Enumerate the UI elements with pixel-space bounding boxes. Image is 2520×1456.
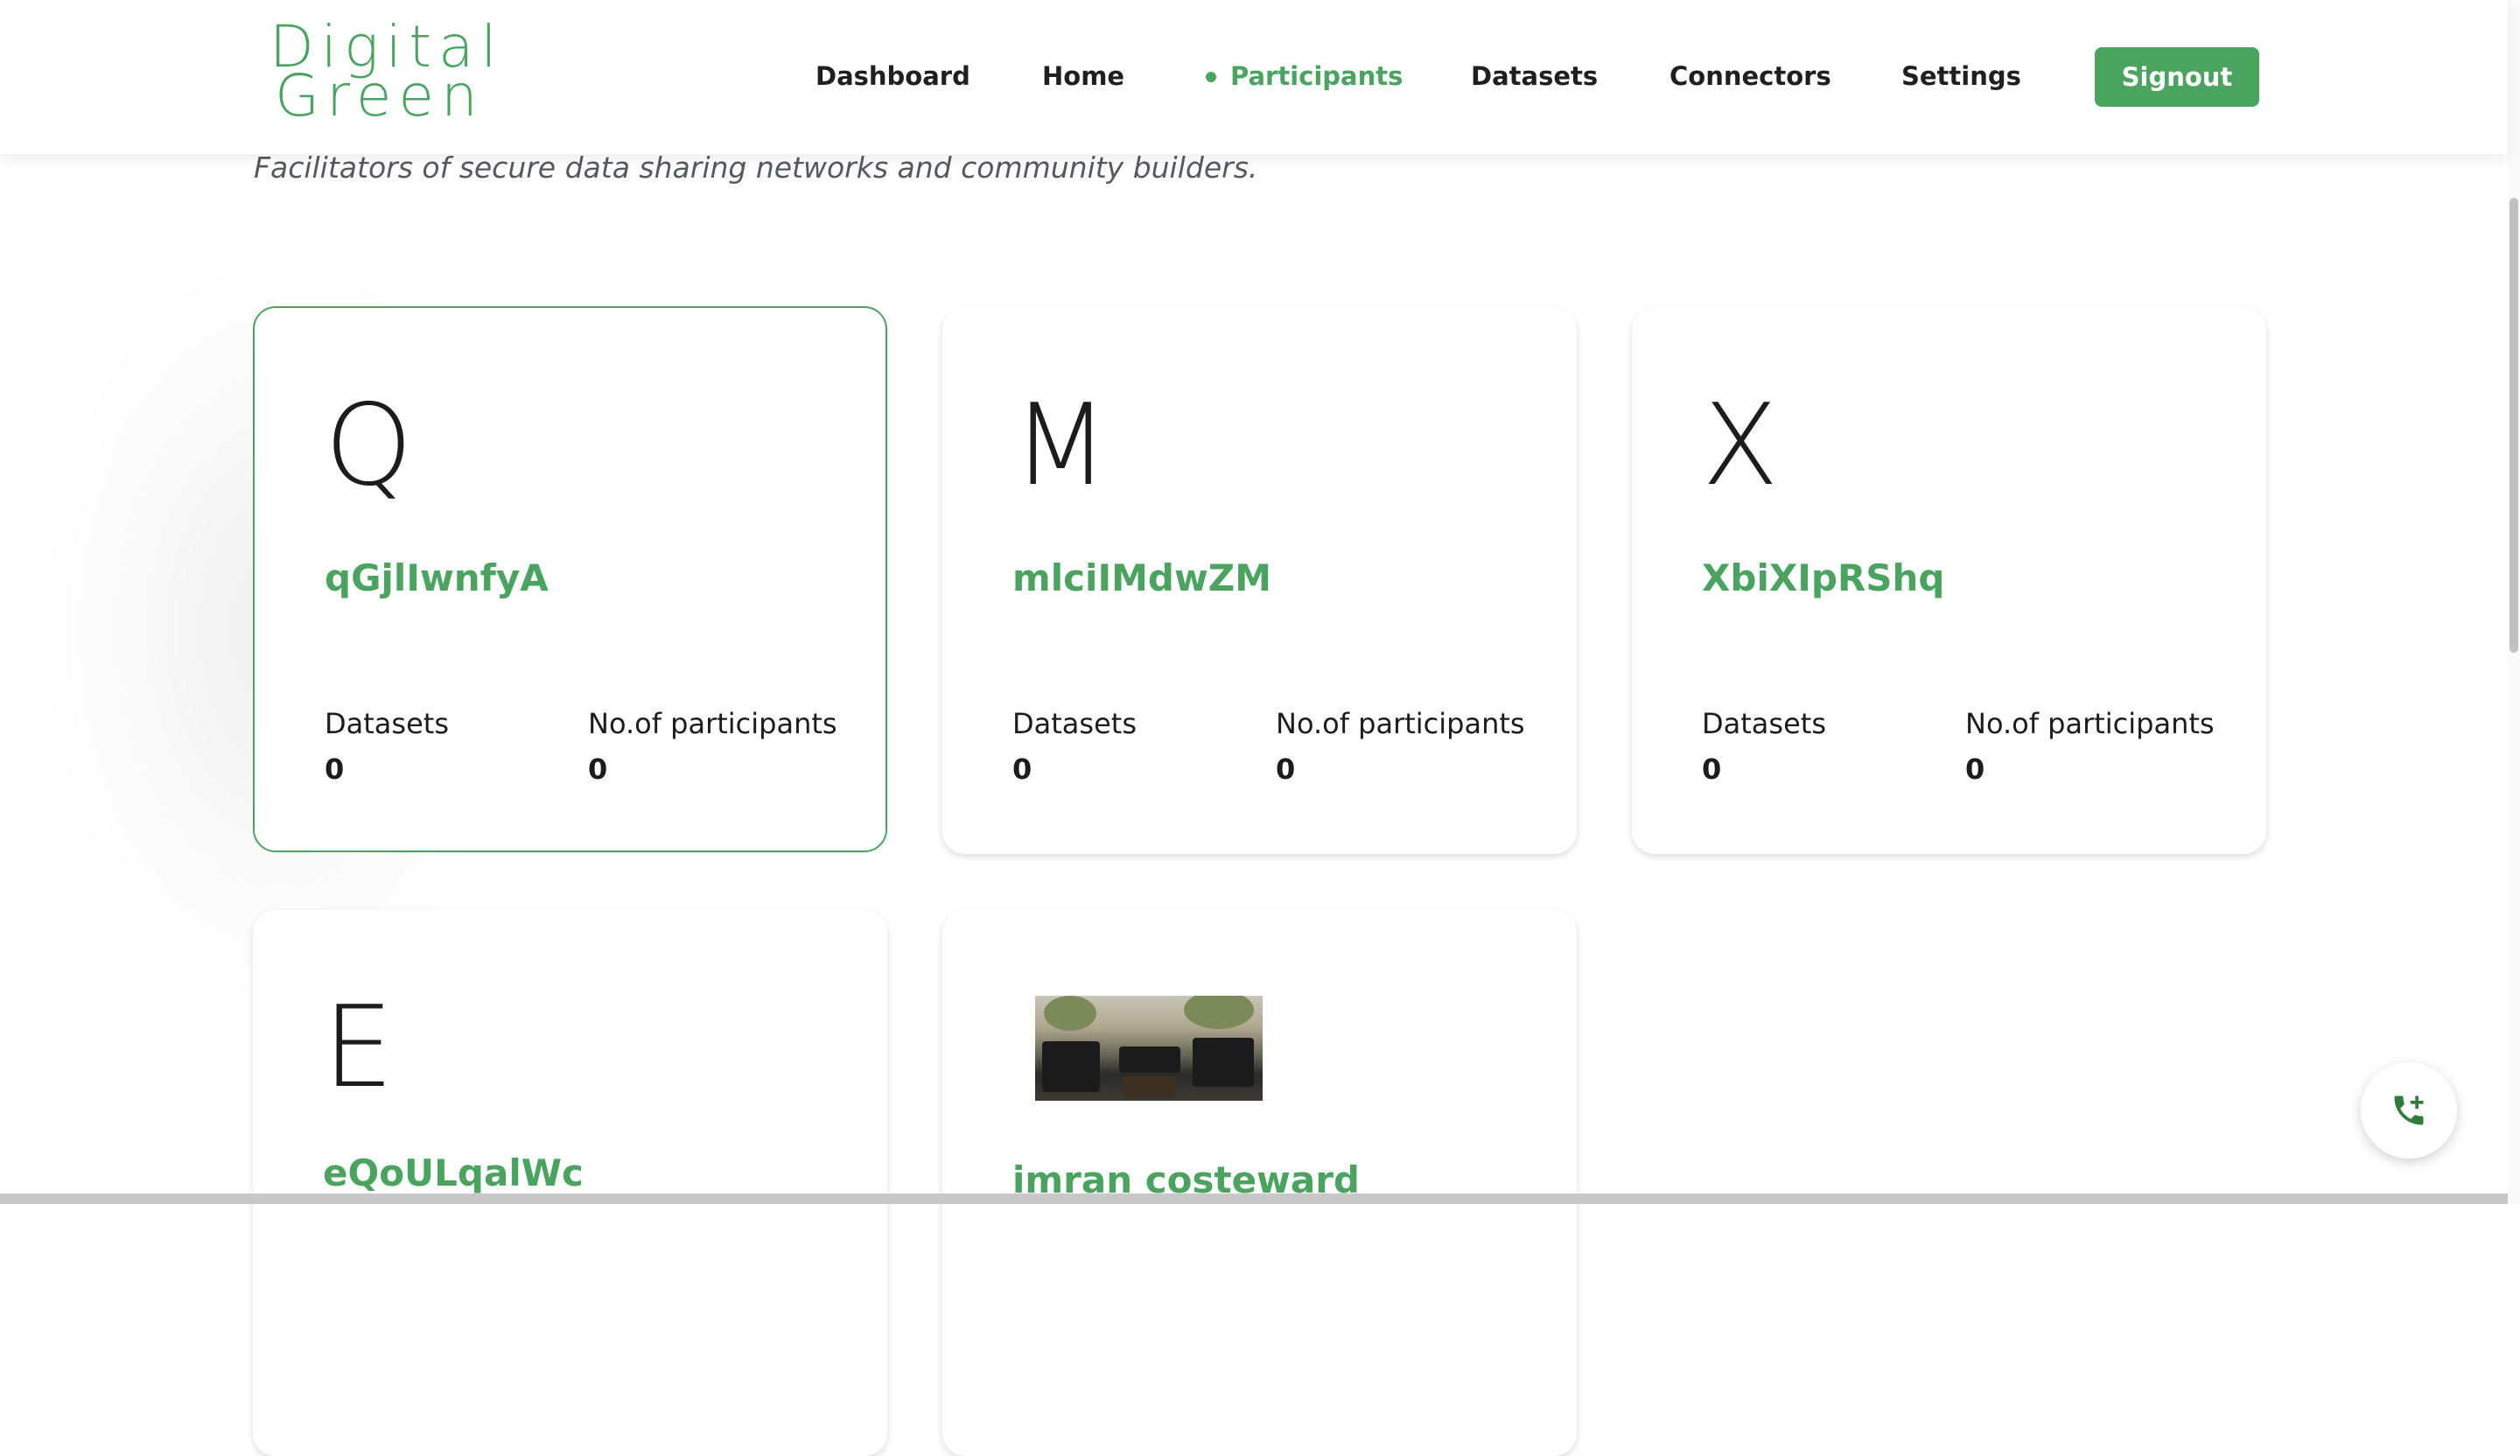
datasets-count: 0 xyxy=(1702,752,1722,786)
participants-label: No.of participants xyxy=(1965,707,2215,740)
participant-initial: E xyxy=(323,983,394,1113)
nav-participants[interactable]: Participants xyxy=(1230,61,1403,91)
active-indicator-dot xyxy=(1206,72,1216,82)
participant-card[interactable]: M mlciIMdwZM Datasets No.of participants… xyxy=(942,308,1577,854)
participant-name[interactable]: mlciIMdwZM xyxy=(1012,556,1271,599)
nav-dashboard[interactable]: Dashboard xyxy=(816,61,970,91)
participant-card[interactable]: X XbiXIpRShq Datasets No.of participants… xyxy=(1632,308,2266,854)
participants-label: No.of participants xyxy=(588,707,837,740)
datasets-count: 0 xyxy=(1012,752,1032,786)
participant-logo-image xyxy=(1035,996,1263,1101)
participant-initial: M xyxy=(1012,381,1110,511)
datasets-count: 0 xyxy=(325,752,345,786)
call-support-button[interactable] xyxy=(2361,1062,2457,1158)
nav-settings[interactable]: Settings xyxy=(1901,61,2021,91)
participant-name[interactable]: qGjlIwnfyA xyxy=(325,556,549,599)
nav-datasets[interactable]: Datasets xyxy=(1471,61,1598,91)
participants-count: 0 xyxy=(1276,752,1296,786)
nav-connectors[interactable]: Connectors xyxy=(1670,61,1831,91)
horizontal-scrollbar[interactable] xyxy=(0,1194,2508,1204)
participant-name[interactable]: XbiXIpRShq xyxy=(1702,556,1944,599)
participant-initial: Q xyxy=(325,381,413,511)
vertical-scrollbar-thumb[interactable] xyxy=(2510,198,2518,653)
participant-name[interactable]: eQoULqalWc xyxy=(323,1152,584,1194)
top-navbar: Digital Green Dashboard Home Participant… xyxy=(0,0,2508,154)
datasets-label: Datasets xyxy=(1012,707,1137,740)
phone-add-icon xyxy=(2394,1096,2424,1125)
page-tagline: Facilitators of secure data sharing netw… xyxy=(254,150,1258,185)
digital-green-logo[interactable]: Digital Green xyxy=(270,18,541,131)
participants-count: 0 xyxy=(1965,752,1985,786)
participants-label: No.of participants xyxy=(1276,707,1525,740)
participant-card[interactable]: imran costeward xyxy=(942,910,1577,1456)
signout-button[interactable]: Signout xyxy=(2095,47,2259,107)
participants-count: 0 xyxy=(588,752,608,786)
participant-card[interactable]: E eQoULqalWc xyxy=(253,910,887,1456)
nav-home[interactable]: Home xyxy=(1042,61,1124,91)
participant-initial: X xyxy=(1702,381,1779,511)
datasets-label: Datasets xyxy=(1702,707,1826,740)
participant-card[interactable]: Q qGjlIwnfyA Datasets No.of participants… xyxy=(253,306,887,852)
datasets-label: Datasets xyxy=(325,707,449,740)
